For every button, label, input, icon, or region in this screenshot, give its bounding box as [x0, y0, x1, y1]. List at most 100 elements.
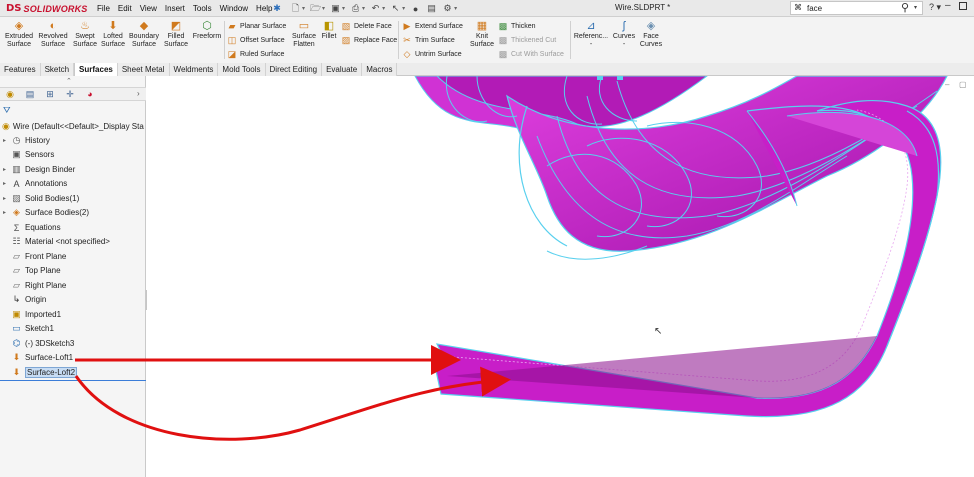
filter-icon[interactable]: ⛛	[3, 105, 11, 116]
rebuild-icon[interactable]: ●	[410, 3, 421, 14]
expand-arrow-icon[interactable]: ▸	[3, 166, 11, 173]
select-arrow-icon[interactable]: ↖	[390, 3, 401, 14]
tab-direct-editing[interactable]: Direct Editing	[265, 63, 323, 76]
revolved-surface-button[interactable]: ◐ Revolved Surface	[37, 20, 69, 49]
options-caret-icon[interactable]: ▾	[454, 5, 457, 12]
tree-item-front-plane[interactable]: ▱ Front Plane	[3, 250, 66, 263]
curves-button[interactable]: ʃ Curves -	[610, 20, 638, 49]
configuration-manager-tab-icon[interactable]: ⊞	[44, 89, 56, 100]
extruded-surface-icon: ◈	[14, 20, 24, 32]
feature-tree-tab-icon[interactable]: ◉	[4, 89, 16, 100]
tab-features[interactable]: Features	[0, 63, 41, 76]
file-properties-icon[interactable]: ▤	[426, 3, 437, 14]
select-caret-icon[interactable]: ▾	[402, 5, 405, 12]
thicken-button[interactable]: ▩ Thicken	[498, 20, 536, 32]
print-caret-icon[interactable]: ▾	[362, 5, 365, 12]
collapse-chevron-icon[interactable]: ⌃	[66, 77, 72, 85]
extruded-surface-button[interactable]: ◈ Extruded Surface	[3, 20, 35, 49]
tree-item-history[interactable]: ▸ ◷ History	[3, 134, 50, 147]
untrim-surface-button[interactable]: ◇ Untrim Surface	[402, 48, 462, 60]
tree-item-surface-loft2[interactable]: ⬇ Surface-Loft2	[3, 366, 78, 379]
property-manager-tab-icon[interactable]: ▤	[24, 89, 36, 100]
menu-tools[interactable]: Tools	[189, 4, 216, 13]
search-input[interactable]	[807, 3, 893, 14]
tree-item-3dsketch3[interactable]: ⌬ (-) 3DSketch3	[3, 337, 75, 350]
trim-surface-button[interactable]: ✂ Trim Surface	[402, 34, 455, 46]
tab-weldments[interactable]: Weldments	[169, 63, 219, 76]
tree-item-surface-bodies[interactable]: ▸ ◈ Surface Bodies(2)	[3, 206, 89, 219]
tree-item-top-plane[interactable]: ▱ Top Plane	[3, 264, 61, 277]
tree-item-surface-loft1[interactable]: ⬇ Surface-Loft1	[3, 351, 73, 364]
open-folder-icon[interactable]: 🗁	[310, 3, 321, 14]
restore-window-icon[interactable]	[959, 2, 967, 10]
more-tabs-chevron-icon[interactable]: ›	[137, 89, 140, 98]
print-icon[interactable]: ⎙	[350, 3, 361, 14]
menu-window[interactable]: Window	[216, 4, 252, 13]
options-gear-icon[interactable]: ⚙	[442, 3, 453, 14]
tree-item-right-plane[interactable]: ▱ Right Plane	[3, 279, 66, 292]
open-caret-icon[interactable]: ▾	[322, 5, 325, 12]
tree-item-origin[interactable]: ↳ Origin	[3, 293, 47, 306]
lofted-surface-button[interactable]: ⬇ Lofted Surface	[99, 20, 127, 49]
freeform-button[interactable]: ⬡ Freeform	[191, 20, 223, 41]
tree-item-material[interactable]: ☷ Material <not specified>	[3, 235, 109, 248]
tree-item-sensors[interactable]: ▣ Sensors	[3, 148, 54, 161]
tree-root-part[interactable]: ◉ Wire (Default<<Default>_Display Sta	[2, 120, 146, 132]
tab-evaluate[interactable]: Evaluate	[322, 63, 363, 76]
filled-surface-button[interactable]: ◩ Filled Surface	[162, 20, 190, 49]
fillet-button[interactable]: ◧ Fillet	[318, 20, 340, 41]
tree-item-equations[interactable]: Σ Equations	[3, 221, 61, 234]
menu-view[interactable]: View	[136, 4, 161, 13]
tab-macros[interactable]: Macros	[362, 63, 398, 76]
undo-icon[interactable]: ↶	[370, 3, 381, 14]
solidworks-logo[interactable]: DS SOLIDWORKS	[6, 2, 88, 15]
new-document-icon[interactable]: 🗋	[290, 3, 301, 14]
cut-with-surface-button[interactable]: ▩ Cut With Surface	[498, 48, 564, 60]
save-icon[interactable]: ▣	[330, 3, 341, 14]
pin-menu-icon[interactable]: ✱	[272, 3, 282, 13]
menu-file[interactable]: File	[93, 4, 114, 13]
delete-face-button[interactable]: ▧ Delete Face	[341, 20, 392, 32]
tree-item-sketch1[interactable]: ▭ Sketch1	[3, 322, 54, 335]
knit-surface-button[interactable]: ▦ Knit Surface	[470, 20, 494, 49]
display-manager-tab-icon[interactable]: ◕	[84, 89, 96, 100]
rollback-bar[interactable]	[0, 380, 146, 381]
tab-sketch[interactable]: Sketch	[40, 63, 75, 76]
extend-surface-button[interactable]: ▶ Extend Surface	[402, 20, 463, 32]
tab-mold-tools[interactable]: Mold Tools	[218, 63, 266, 76]
replace-face-button[interactable]: ▨ Replace Face	[341, 34, 397, 46]
help-question-icon[interactable]: ? ▾	[929, 2, 941, 13]
planar-surface-button[interactable]: ▰ Planar Surface	[227, 20, 287, 32]
expand-arrow-icon[interactable]: ▸	[3, 195, 11, 202]
search-icon[interactable]: ⚲	[901, 1, 909, 14]
tree-item-solid-bodies[interactable]: ▸ ▨ Solid Bodies(1)	[3, 192, 79, 205]
expand-arrow-icon[interactable]: ▸	[3, 209, 11, 216]
new-caret-icon[interactable]: ▾	[302, 5, 305, 12]
expand-arrow-icon[interactable]: ▸	[3, 137, 11, 144]
undo-caret-icon[interactable]: ▾	[382, 5, 385, 12]
ruled-surface-button[interactable]: ◪ Ruled Surface	[227, 48, 285, 60]
dimxpert-tab-icon[interactable]: ✛	[64, 89, 76, 100]
reference-geometry-button[interactable]: ⊿ Referenc... -	[573, 20, 609, 49]
minimize-window-icon[interactable]: –	[945, 0, 951, 11]
tab-surfaces[interactable]: Surfaces	[74, 63, 118, 76]
face-curves-button[interactable]: ◈ Face Curves	[638, 20, 664, 49]
tree-item-imported1[interactable]: ▣ Imported1	[3, 308, 61, 321]
model-viewport[interactable]	[147, 76, 974, 477]
offset-surface-button[interactable]: ◫ Offset Surface	[227, 34, 285, 46]
tree-item-design-binder[interactable]: ▸ ▥ Design Binder	[3, 163, 75, 176]
search-commands-icon[interactable]: ⌘	[794, 3, 802, 12]
thickened-cut-button[interactable]: ▩ Thickened Cut	[498, 34, 556, 46]
tree-item-label: Top Plane	[25, 266, 61, 275]
tab-sheet-metal[interactable]: Sheet Metal	[117, 63, 170, 76]
menu-edit[interactable]: Edit	[114, 4, 136, 13]
menu-insert[interactable]: Insert	[161, 4, 189, 13]
swept-surface-button[interactable]: ♨ Swept Surface	[71, 20, 99, 49]
boundary-surface-button[interactable]: ◆ Boundary Surface	[127, 20, 161, 49]
save-caret-icon[interactable]: ▾	[342, 5, 345, 12]
tree-item-annotations[interactable]: ▸ A Annotations	[3, 177, 67, 190]
search-options-caret-icon[interactable]: ▾	[914, 4, 917, 11]
surface-flatten-button[interactable]: ▭ Surface Flatten	[290, 20, 318, 49]
expand-arrow-icon[interactable]: ▸	[3, 180, 11, 187]
graphics-area[interactable]: ⊡ – ▢	[147, 76, 974, 477]
